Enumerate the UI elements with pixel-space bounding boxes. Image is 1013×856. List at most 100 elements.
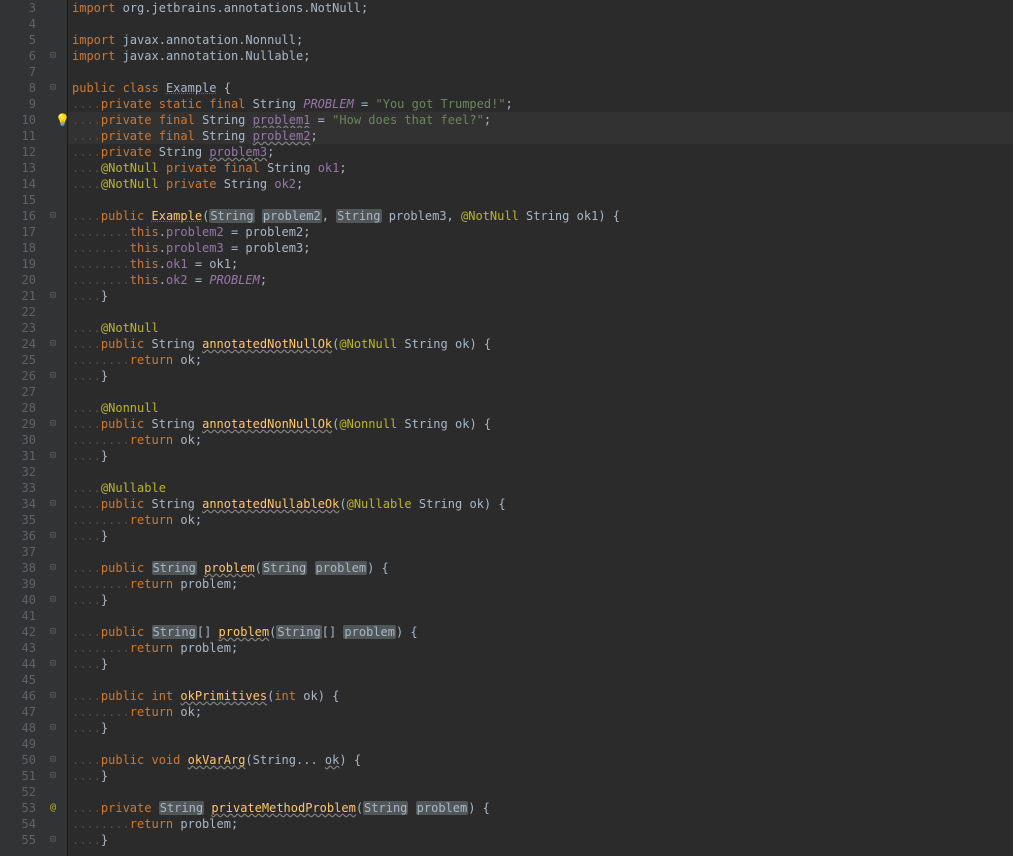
code-line[interactable]: ....@NotNull private String ok2; — [72, 176, 1013, 192]
code-area[interactable]: import org.jetbrains.annotations.NotNull… — [68, 0, 1013, 856]
code-line[interactable] — [72, 384, 1013, 400]
code-line[interactable]: ....public void okVarArg(String... ok) { — [72, 752, 1013, 768]
code-line[interactable]: ....} — [72, 656, 1013, 672]
fold-toggle-icon[interactable]: ⊟ — [50, 416, 56, 432]
line-number[interactable]: 48 — [4, 720, 36, 736]
line-number[interactable]: 21 — [4, 288, 36, 304]
fold-toggle-icon[interactable]: ⊟ — [50, 80, 56, 96]
fold-toggle-icon[interactable]: ⊟ — [50, 528, 56, 544]
code-line[interactable] — [72, 736, 1013, 752]
line-gutter[interactable]: 3456789101112131415161718192021222324252… — [0, 0, 44, 856]
code-line[interactable]: ....private final String problem1 = "How… — [72, 112, 1013, 128]
code-line[interactable]: ....} — [72, 720, 1013, 736]
line-number[interactable]: 50 — [4, 752, 36, 768]
line-number[interactable]: 43 — [4, 640, 36, 656]
line-number[interactable]: 51 — [4, 768, 36, 784]
line-number[interactable]: 55 — [4, 832, 36, 848]
code-line[interactable]: ........this.problem3 = problem3; — [72, 240, 1013, 256]
line-number[interactable]: 40 — [4, 592, 36, 608]
code-line[interactable]: ....public String[] problem(String[] pro… — [72, 624, 1013, 640]
code-line[interactable]: import javax.annotation.Nonnull; — [72, 32, 1013, 48]
fold-toggle-icon[interactable]: ⊟ — [50, 288, 56, 304]
fold-toggle-icon[interactable]: ⊟ — [50, 208, 56, 224]
code-line[interactable] — [72, 192, 1013, 208]
code-line[interactable]: ....public String annotatedNonNullOk(@No… — [72, 416, 1013, 432]
line-number[interactable]: 30 — [4, 432, 36, 448]
code-line[interactable] — [72, 784, 1013, 800]
fold-toggle-icon[interactable]: ⊟ — [50, 496, 56, 512]
line-number[interactable]: 54 — [4, 816, 36, 832]
line-number[interactable]: 6 — [4, 48, 36, 64]
line-number[interactable]: 29 — [4, 416, 36, 432]
fold-toggle-icon[interactable]: ⊟ — [50, 768, 56, 784]
fold-toggle-icon[interactable]: ⊟ — [50, 448, 56, 464]
line-number[interactable]: 36 — [4, 528, 36, 544]
fold-toggle-icon[interactable]: ⊟ — [50, 752, 56, 768]
line-number[interactable]: 9 — [4, 96, 36, 112]
code-line[interactable] — [72, 64, 1013, 80]
code-line[interactable]: ....@NotNull — [72, 320, 1013, 336]
line-number[interactable]: 35 — [4, 512, 36, 528]
line-number[interactable]: 24 — [4, 336, 36, 352]
line-number[interactable]: 12 — [4, 144, 36, 160]
line-number[interactable]: 53 — [4, 800, 36, 816]
code-line[interactable]: ........return ok; — [72, 512, 1013, 528]
code-line[interactable]: ....public int okPrimitives(int ok) { — [72, 688, 1013, 704]
code-line[interactable]: public class Example { — [72, 80, 1013, 96]
code-line[interactable]: ........this.problem2 = problem2; — [72, 224, 1013, 240]
line-number[interactable]: 18 — [4, 240, 36, 256]
fold-toggle-icon[interactable]: ⊟ — [50, 656, 56, 672]
code-line[interactable]: ........this.ok2 = PROBLEM; — [72, 272, 1013, 288]
code-line[interactable]: ....@Nonnull — [72, 400, 1013, 416]
code-line[interactable]: ....public Example(String problem2, Stri… — [72, 208, 1013, 224]
line-number[interactable]: 33 — [4, 480, 36, 496]
code-line[interactable] — [72, 608, 1013, 624]
line-number[interactable]: 8 — [4, 80, 36, 96]
line-number[interactable]: 11 — [4, 128, 36, 144]
code-line[interactable]: ....private String problem3; — [72, 144, 1013, 160]
line-number[interactable]: 39 — [4, 576, 36, 592]
code-line[interactable] — [72, 672, 1013, 688]
code-line[interactable]: ....public String problem(String problem… — [72, 560, 1013, 576]
code-line[interactable]: ....public String annotatedNullableOk(@N… — [72, 496, 1013, 512]
line-number[interactable]: 4 — [4, 16, 36, 32]
line-number[interactable]: 45 — [4, 672, 36, 688]
code-line[interactable]: ........return problem; — [72, 640, 1013, 656]
line-number[interactable]: 38 — [4, 560, 36, 576]
code-line[interactable]: ....} — [72, 768, 1013, 784]
code-line[interactable] — [72, 464, 1013, 480]
code-line[interactable]: ....} — [72, 832, 1013, 848]
code-line[interactable]: ....public String annotatedNotNullOk(@No… — [72, 336, 1013, 352]
line-number[interactable]: 25 — [4, 352, 36, 368]
line-number[interactable]: 20 — [4, 272, 36, 288]
line-number[interactable]: 15 — [4, 192, 36, 208]
line-number[interactable]: 32 — [4, 464, 36, 480]
code-line[interactable]: ........return ok; — [72, 352, 1013, 368]
line-number[interactable]: 27 — [4, 384, 36, 400]
gutter-icons[interactable]: ⊟⊟💡⊟⊟⊟⊟⊟⊟⊟⊟⊟⊟⊟⊟⊟⊟⊟⊟@⊟ — [44, 0, 68, 856]
line-number[interactable]: 13 — [4, 160, 36, 176]
line-number[interactable]: 26 — [4, 368, 36, 384]
code-line[interactable] — [72, 304, 1013, 320]
line-number[interactable]: 46 — [4, 688, 36, 704]
code-line[interactable]: ........return problem; — [72, 576, 1013, 592]
line-number[interactable]: 7 — [4, 64, 36, 80]
code-line[interactable]: ....} — [72, 528, 1013, 544]
line-number[interactable]: 28 — [4, 400, 36, 416]
fold-toggle-icon[interactable]: ⊟ — [50, 720, 56, 736]
code-line[interactable]: ....@Nullable — [72, 480, 1013, 496]
code-line[interactable]: ........return problem; — [72, 816, 1013, 832]
line-number[interactable]: 17 — [4, 224, 36, 240]
code-line[interactable] — [72, 544, 1013, 560]
code-line[interactable]: ....} — [72, 368, 1013, 384]
line-number[interactable]: 31 — [4, 448, 36, 464]
fold-toggle-icon[interactable]: ⊟ — [50, 832, 56, 848]
line-number[interactable]: 10 — [4, 112, 36, 128]
fold-toggle-icon[interactable]: ⊟ — [50, 336, 56, 352]
fold-toggle-icon[interactable]: ⊟ — [50, 48, 56, 64]
code-line[interactable]: ....} — [72, 448, 1013, 464]
line-number[interactable]: 23 — [4, 320, 36, 336]
line-number[interactable]: 37 — [4, 544, 36, 560]
fold-toggle-icon[interactable]: ⊟ — [50, 368, 56, 384]
fold-toggle-icon[interactable]: ⊟ — [50, 592, 56, 608]
